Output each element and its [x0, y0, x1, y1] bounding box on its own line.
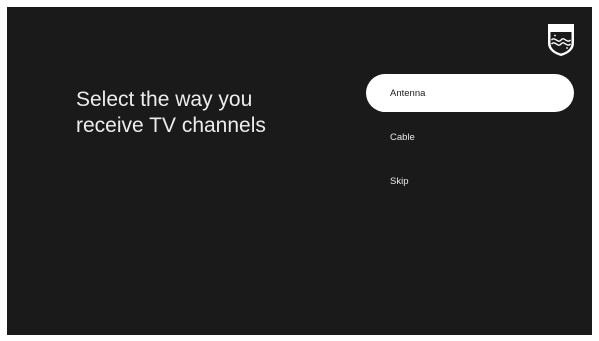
option-label: Cable [390, 131, 415, 143]
channel-source-options: Antenna Cable Skip [366, 74, 574, 206]
page-title: Select the way you receive TV channels [76, 88, 266, 137]
option-label: Skip [390, 175, 409, 187]
philips-logo: PHILIPS [546, 23, 576, 57]
option-skip[interactable]: Skip [366, 162, 574, 200]
tv-setup-screen: PHILIPS Select the way you receive TV ch… [7, 7, 592, 335]
brand-name: PHILIPS [550, 26, 572, 31]
option-cable[interactable]: Cable [366, 118, 574, 156]
option-label: Antenna [390, 87, 426, 99]
option-antenna[interactable]: Antenna [366, 74, 574, 112]
